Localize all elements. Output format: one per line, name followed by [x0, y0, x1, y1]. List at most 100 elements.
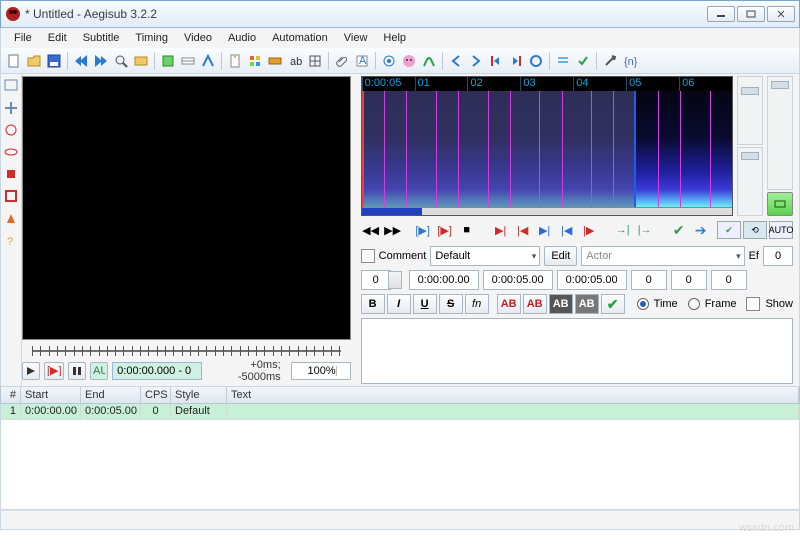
audio-spectrogram[interactable]: 0:00:05010203040506 — [361, 76, 733, 216]
video-display[interactable] — [22, 76, 350, 340]
menu-video[interactable]: Video — [177, 30, 219, 46]
spell-check-icon[interactable] — [574, 52, 592, 70]
play-after-start-icon[interactable]: |◀ — [513, 221, 533, 239]
next-line-icon[interactable]: ▶▶ — [383, 221, 403, 239]
shadow-color-button[interactable]: AB — [575, 294, 599, 314]
drag-tool-icon[interactable] — [3, 100, 19, 116]
video-position-field[interactable]: 0:00:00.000 - 0 — [112, 362, 202, 380]
maximize-button[interactable] — [737, 6, 765, 22]
primary-color-button[interactable]: AB — [497, 294, 521, 314]
font-collector-icon[interactable]: ab — [286, 52, 304, 70]
attachments-icon[interactable] — [333, 52, 351, 70]
translation-assistant-icon[interactable] — [199, 52, 217, 70]
menu-file[interactable]: File — [7, 30, 39, 46]
edit-style-button[interactable]: Edit — [544, 246, 577, 266]
menu-audio[interactable]: Audio — [221, 30, 263, 46]
auto-commit-toggle[interactable]: ✔ — [717, 221, 741, 239]
margin-right-field[interactable]: 0 — [671, 270, 707, 290]
video-seek-slider[interactable] — [22, 342, 350, 360]
styling-assistant-icon[interactable] — [179, 52, 197, 70]
strike-button[interactable]: S — [439, 294, 463, 314]
snap-end-icon[interactable] — [507, 52, 525, 70]
play-line-button[interactable]: [▶] — [44, 362, 64, 380]
auto-scroll-toggle[interactable]: AUTO — [769, 221, 793, 239]
play-before-end-icon[interactable]: ▶| — [535, 221, 555, 239]
help-icon[interactable]: ? — [3, 232, 19, 248]
play-line-icon[interactable]: [▶] — [435, 221, 455, 239]
go-icon[interactable]: ➔ — [691, 221, 711, 239]
col-end[interactable]: End — [81, 387, 141, 403]
options-icon[interactable] — [601, 52, 619, 70]
minimize-button[interactable] — [707, 6, 735, 22]
open-file-icon[interactable] — [25, 52, 43, 70]
prev-line-icon[interactable]: ◀◀ — [361, 221, 381, 239]
style-manager-icon[interactable] — [246, 52, 264, 70]
font-button[interactable]: fn — [465, 294, 489, 314]
frame-radio[interactable] — [688, 298, 700, 310]
end-time-field[interactable]: 0:00:05.00 — [483, 270, 553, 290]
play-selection-icon[interactable]: [▶] — [413, 221, 433, 239]
rotate-z-icon[interactable] — [3, 122, 19, 138]
assdraw-icon[interactable] — [420, 52, 438, 70]
commit-text-button[interactable]: ✔ — [601, 294, 625, 314]
new-file-icon[interactable] — [5, 52, 23, 70]
bold-button[interactable]: B — [361, 294, 385, 314]
zoom-icon[interactable] — [112, 52, 130, 70]
commit-check-icon[interactable]: ✔ — [669, 221, 689, 239]
start-time-field[interactable]: 0:00:00.00 — [409, 270, 479, 290]
outline-color-button[interactable]: AB — [549, 294, 573, 314]
lead-out-icon[interactable]: |→ — [635, 221, 655, 239]
rotate-xy-icon[interactable] — [3, 144, 19, 160]
fonts-collector-icon[interactable]: A — [353, 52, 371, 70]
subtitle-text-input[interactable] — [361, 318, 793, 384]
shift-right-icon[interactable] — [467, 52, 485, 70]
lead-in-icon[interactable]: →| — [613, 221, 633, 239]
stop-icon[interactable]: ■ — [457, 221, 477, 239]
menu-help[interactable]: Help — [376, 30, 413, 46]
col-cps[interactable]: CPS — [141, 387, 171, 403]
jump-video-end-icon[interactable] — [92, 52, 110, 70]
close-button[interactable] — [767, 6, 795, 22]
snap-start-icon[interactable] — [487, 52, 505, 70]
snap-scene-icon[interactable] — [527, 52, 545, 70]
style-editor-icon[interactable] — [266, 52, 284, 70]
properties-icon[interactable] — [226, 52, 244, 70]
resample-icon[interactable] — [306, 52, 324, 70]
shift-left-icon[interactable] — [447, 52, 465, 70]
autoscroll-button[interactable]: AUTO — [90, 362, 108, 380]
duration-field[interactable]: 0:00:05.00 — [557, 270, 627, 290]
grid-row[interactable]: 1 0:00:00.00 0:00:05.00 0 Default — [0, 404, 800, 420]
video-zoom-dropdown[interactable]: 100% — [291, 362, 351, 380]
col-start[interactable]: Start — [21, 387, 81, 403]
menu-automation[interactable]: Automation — [265, 30, 335, 46]
spectrum-icon[interactable] — [400, 52, 418, 70]
save-file-icon[interactable] — [45, 52, 63, 70]
menu-view[interactable]: View — [337, 30, 375, 46]
menu-subtitle[interactable]: Subtitle — [76, 30, 127, 46]
underline-button[interactable]: U — [413, 294, 437, 314]
margin-vert-field[interactable]: 0 — [711, 270, 747, 290]
play-before-start-icon[interactable]: ▶| — [491, 221, 511, 239]
play-to-end-icon[interactable]: |▶ — [579, 221, 599, 239]
secondary-color-button[interactable]: AB — [523, 294, 547, 314]
standard-tool-icon[interactable] — [3, 78, 19, 94]
comment-checkbox[interactable] — [361, 249, 375, 263]
auto-next-toggle[interactable]: ⟲ — [743, 221, 767, 239]
menu-timing[interactable]: Timing — [128, 30, 175, 46]
show-original-checkbox[interactable] — [746, 297, 760, 311]
volume-slider[interactable] — [767, 76, 793, 190]
actor-dropdown[interactable]: Actor — [581, 246, 744, 266]
clip-tool-icon[interactable] — [3, 188, 19, 204]
automation-icon[interactable] — [380, 52, 398, 70]
jump-video-start-icon[interactable] — [72, 52, 90, 70]
scale-tool-icon[interactable] — [3, 166, 19, 182]
col-text[interactable]: Text — [227, 387, 799, 403]
play-button[interactable] — [22, 362, 40, 380]
layer-field[interactable]: 0 — [361, 270, 391, 290]
col-style[interactable]: Style — [171, 387, 227, 403]
italic-button[interactable]: I — [387, 294, 411, 314]
effect-field[interactable]: 0 — [763, 246, 793, 266]
style-dropdown[interactable]: Default — [430, 246, 540, 266]
menu-edit[interactable]: Edit — [41, 30, 74, 46]
horizontal-zoom-slider[interactable] — [737, 76, 763, 145]
